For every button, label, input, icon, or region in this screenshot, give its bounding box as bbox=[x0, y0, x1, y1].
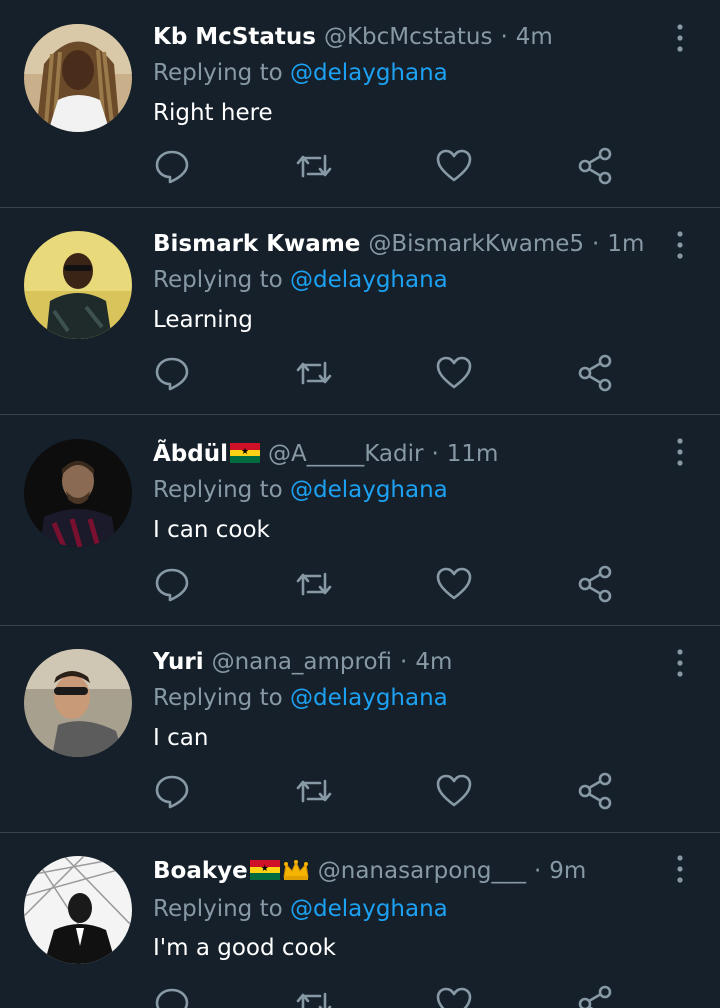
tweet-item[interactable]: Kb McStatus @KbcMcstatus · 4m Replying to @… bbox=[0, 0, 720, 208]
reply-icon[interactable] bbox=[152, 771, 192, 811]
mention-link[interactable]: @delayghana bbox=[290, 685, 448, 711]
action-bar bbox=[0, 345, 720, 401]
like-icon[interactable] bbox=[434, 984, 474, 1008]
more-options-icon[interactable] bbox=[666, 853, 694, 885]
author-name[interactable]: Kb McStatus bbox=[153, 24, 316, 50]
author-name[interactable]: Boakye bbox=[153, 858, 248, 884]
author-name[interactable]: Bismark Kwame bbox=[153, 231, 360, 257]
reply-icon[interactable] bbox=[152, 353, 192, 393]
share-icon[interactable] bbox=[575, 771, 615, 811]
share-icon[interactable] bbox=[575, 353, 615, 393]
tweet-time[interactable]: 4m bbox=[415, 649, 452, 675]
tweet-header: Bismark Kwame @BismarkKwame5 · 1m bbox=[153, 231, 645, 257]
tweet-text: I'm a good cook bbox=[153, 935, 336, 961]
author-handle[interactable]: @A_____Kadir bbox=[268, 441, 423, 467]
author-name[interactable]: Yuri bbox=[153, 649, 204, 675]
replying-to: Replying to @delayghana bbox=[153, 267, 448, 293]
share-icon[interactable] bbox=[575, 984, 615, 1008]
tweet-item[interactable]: Ãbdül ★ @A_____Kadir · 11m Replying to @dela… bbox=[0, 414, 720, 626]
tweet-time[interactable]: 9m bbox=[549, 858, 586, 884]
author-handle[interactable]: @nanasarpong___ bbox=[318, 858, 526, 884]
action-bar bbox=[0, 976, 720, 1008]
replying-to: Replying to @delayghana bbox=[153, 896, 448, 922]
avatar[interactable] bbox=[24, 856, 132, 964]
retweet-icon[interactable] bbox=[294, 146, 334, 186]
retweet-icon[interactable] bbox=[294, 984, 334, 1008]
tweet-header: Yuri @nana_amprofi · 4m bbox=[153, 649, 453, 675]
avatar[interactable] bbox=[24, 24, 132, 132]
tweet-time[interactable]: 1m bbox=[607, 231, 644, 257]
tweet-header: Boakye ★ @nanasarpong___ · 9m bbox=[153, 858, 587, 884]
share-icon[interactable] bbox=[575, 146, 615, 186]
mention-link[interactable]: @delayghana bbox=[290, 896, 448, 922]
like-icon[interactable] bbox=[434, 564, 474, 604]
action-bar bbox=[0, 556, 720, 612]
retweet-icon[interactable] bbox=[294, 564, 334, 604]
reply-icon[interactable] bbox=[152, 564, 192, 604]
retweet-icon[interactable] bbox=[294, 771, 334, 811]
author-handle[interactable]: @KbcMcstatus bbox=[324, 24, 493, 50]
author-handle[interactable]: @nana_amprofi bbox=[212, 649, 392, 675]
action-bar bbox=[0, 138, 720, 194]
avatar[interactable] bbox=[24, 231, 132, 339]
avatar[interactable] bbox=[24, 649, 132, 757]
replying-to: Replying to @delayghana bbox=[153, 60, 448, 86]
ghana-flag-emoji: ★ bbox=[230, 443, 260, 463]
tweet-text: Right here bbox=[153, 100, 273, 126]
more-options-icon[interactable] bbox=[666, 436, 694, 468]
tweet-item[interactable]: Bismark Kwame @BismarkKwame5 · 1m Replying … bbox=[0, 207, 720, 415]
reply-icon[interactable] bbox=[152, 984, 192, 1008]
crown-emoji bbox=[282, 859, 310, 881]
reply-icon[interactable] bbox=[152, 146, 192, 186]
ghana-flag-emoji: ★ bbox=[249, 860, 280, 880]
tweet-header: Ãbdül ★ @A_____Kadir · 11m bbox=[153, 441, 499, 467]
replying-to: Replying to @delayghana bbox=[153, 477, 448, 503]
mention-link[interactable]: @delayghana bbox=[290, 477, 448, 503]
like-icon[interactable] bbox=[434, 353, 474, 393]
mention-link[interactable]: @delayghana bbox=[290, 60, 448, 86]
tweet-item[interactable]: Boakye ★ @nanasarpong___ · 9m Replying to @d… bbox=[0, 832, 720, 1008]
author-name[interactable]: Ãbdül bbox=[153, 441, 228, 467]
tweet-text: I can bbox=[153, 725, 209, 751]
more-options-icon[interactable] bbox=[666, 22, 694, 54]
tweet-text: I can cook bbox=[153, 517, 270, 543]
action-bar bbox=[0, 763, 720, 819]
tweet-time[interactable]: 4m bbox=[516, 24, 553, 50]
more-options-icon[interactable] bbox=[666, 229, 694, 261]
tweet-header: Kb McStatus @KbcMcstatus · 4m bbox=[153, 24, 553, 50]
author-handle[interactable]: @BismarkKwame5 bbox=[368, 231, 584, 257]
tweet-item[interactable]: Yuri @nana_amprofi · 4m Replying to @delayg… bbox=[0, 625, 720, 833]
like-icon[interactable] bbox=[434, 771, 474, 811]
avatar[interactable] bbox=[24, 439, 132, 547]
mention-link[interactable]: @delayghana bbox=[290, 267, 448, 293]
tweet-text: Learning bbox=[153, 307, 253, 333]
retweet-icon[interactable] bbox=[294, 353, 334, 393]
replying-to: Replying to @delayghana bbox=[153, 685, 448, 711]
share-icon[interactable] bbox=[575, 564, 615, 604]
more-options-icon[interactable] bbox=[666, 647, 694, 679]
like-icon[interactable] bbox=[434, 146, 474, 186]
tweet-time[interactable]: 11m bbox=[447, 441, 499, 467]
